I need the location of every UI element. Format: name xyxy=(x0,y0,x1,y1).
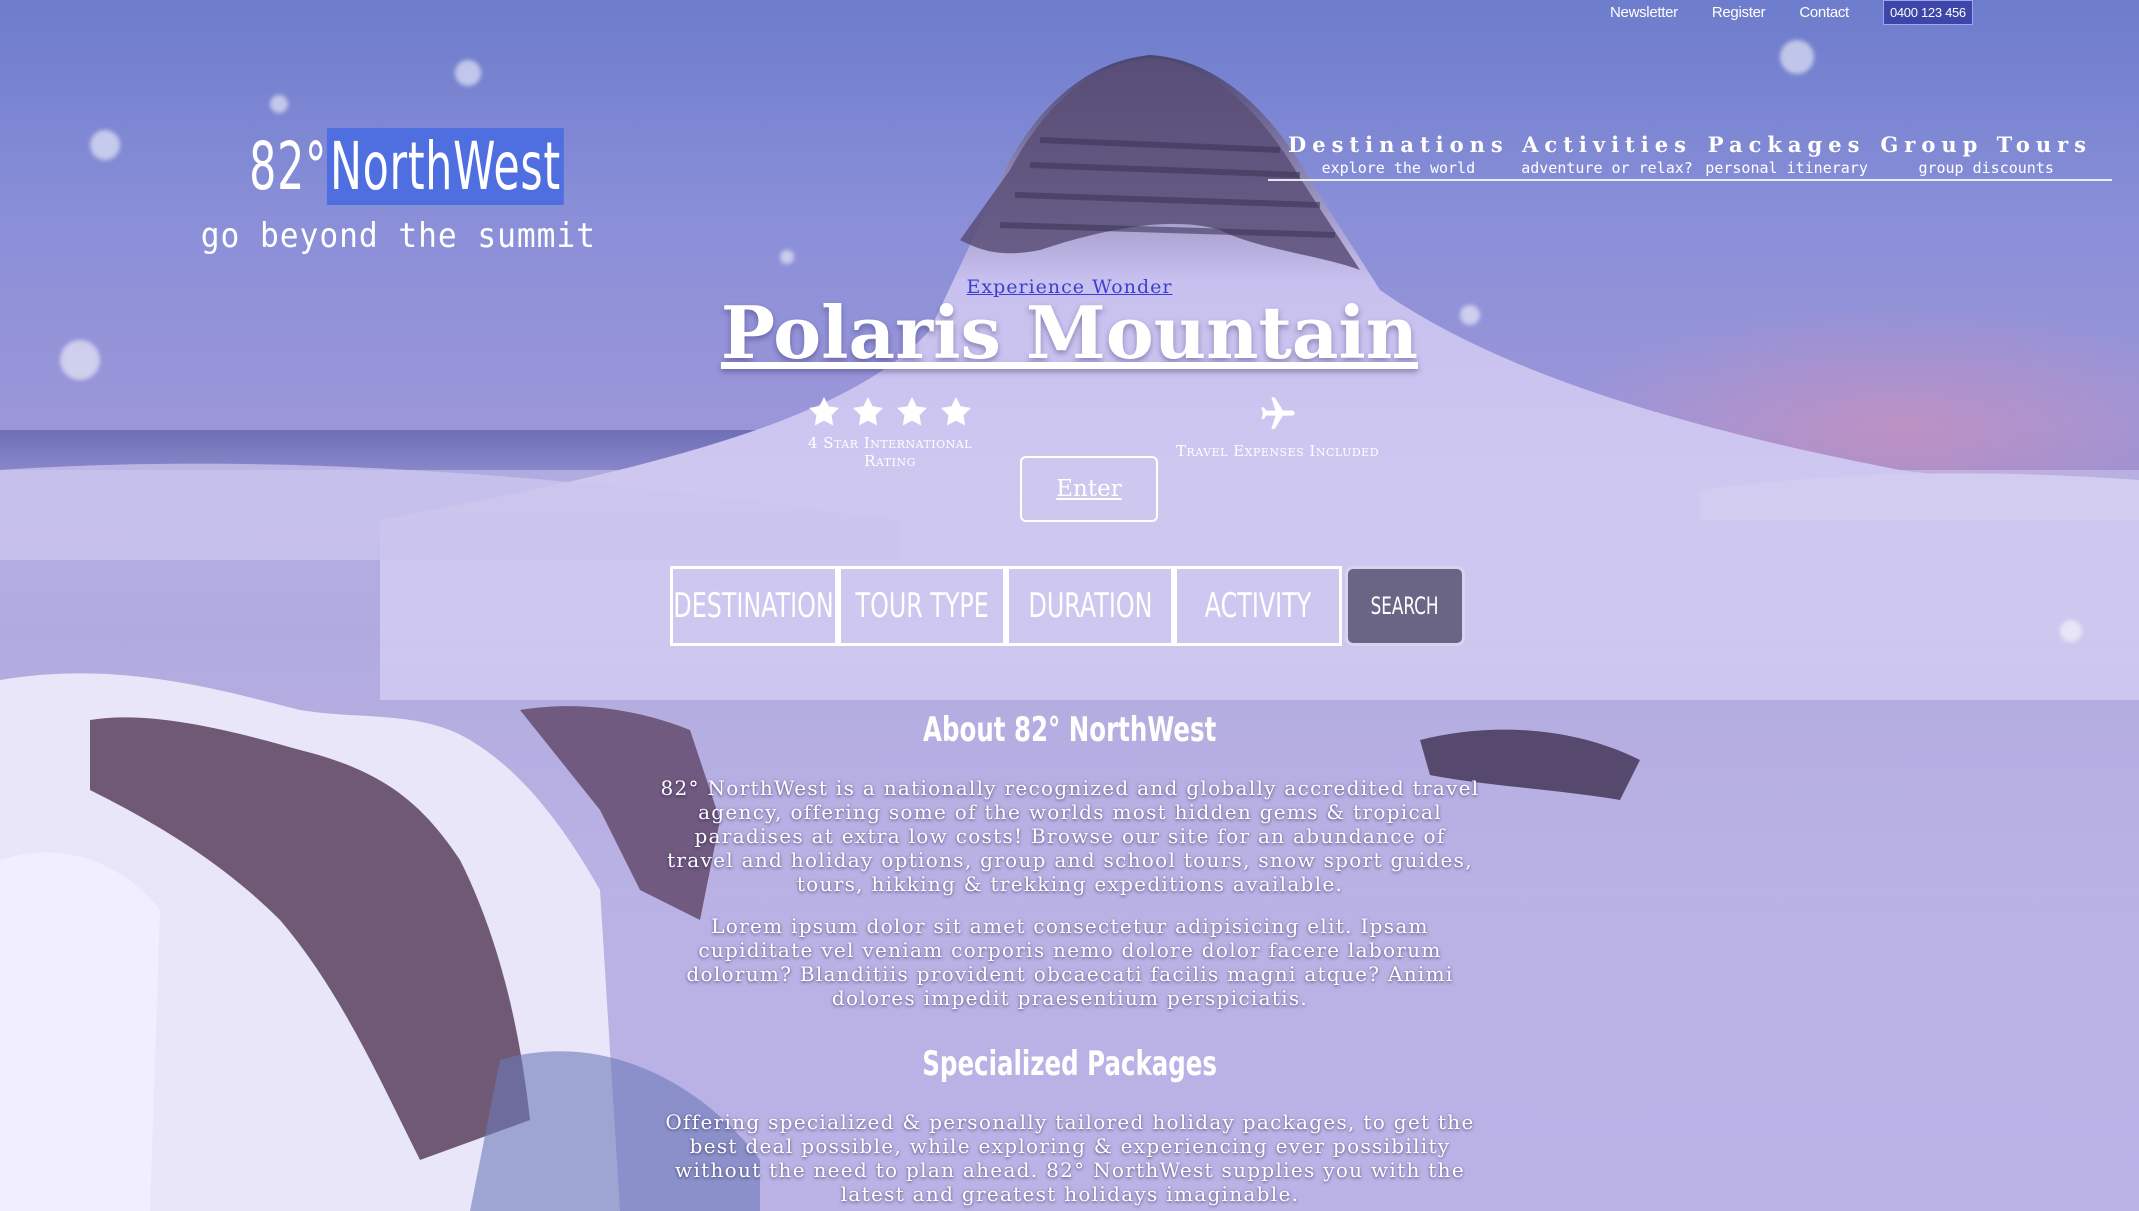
phone-number-link[interactable]: 0400 123 456 xyxy=(1882,0,1973,25)
rating-stars xyxy=(780,394,1000,430)
destination-select[interactable]: DESTINATION xyxy=(670,566,838,646)
site-logo[interactable]: 82°NorthWest go beyond the summit xyxy=(188,122,596,256)
nav-title: Destinations xyxy=(1288,132,1509,157)
nav-subtitle: personal itinerary xyxy=(1705,159,1868,177)
star-icon xyxy=(853,397,883,426)
rating-caption: 4 Star International Rating xyxy=(807,434,973,470)
newsletter-link[interactable]: Newsletter xyxy=(1610,4,1678,21)
logo-wordmark: 82°NorthWest xyxy=(249,122,564,212)
contact-link[interactable]: Contact xyxy=(1799,4,1849,21)
travel-badge: Travel Expenses Included xyxy=(1170,394,1385,460)
logo-highlight: NorthWest xyxy=(327,128,564,205)
nav-item-group-tours[interactable]: Group Tours group discounts xyxy=(1880,132,2092,177)
airplane-icon xyxy=(1260,397,1295,429)
hero-title: Polaris Mountain xyxy=(720,290,1419,375)
star-icon xyxy=(897,397,927,426)
about-heading: About 82° NorthWest xyxy=(0,710,2139,750)
about-heading-text: About 82° NorthWest xyxy=(922,710,1217,750)
duration-select[interactable]: DURATION xyxy=(1006,566,1174,646)
search-button[interactable]: SEARCH xyxy=(1345,566,1465,646)
nav-subtitle: adventure or relax? xyxy=(1521,159,1693,177)
about-paragraph-1: 82° NorthWest is a nationally recognized… xyxy=(660,776,1480,896)
packages-heading: Specialized Packages xyxy=(0,1044,2139,1084)
nav-title: Activities xyxy=(1522,132,1692,157)
nav-item-destinations[interactable]: Destinations explore the world xyxy=(1288,132,1509,177)
about-paragraph-2: Lorem ipsum dolor sit amet consectetur a… xyxy=(686,914,1454,1010)
register-link[interactable]: Register xyxy=(1712,4,1766,21)
nav-item-packages[interactable]: Packages personal itinerary xyxy=(1705,132,1868,177)
utility-bar: Newsletter Register Contact 0400 123 456 xyxy=(1610,0,1973,25)
nav-title: Packages xyxy=(1707,132,1866,157)
packages-heading-text: Specialized Packages xyxy=(922,1044,1217,1084)
logo-tagline: go beyond the summit xyxy=(200,216,596,256)
nav-subtitle: explore the world xyxy=(1321,159,1476,177)
tour-type-label: TOUR TYPE xyxy=(855,586,989,626)
search-bar: DESTINATION TOUR TYPE DURATION ACTIVITY … xyxy=(670,566,1465,646)
nav-title: Group Tours xyxy=(1880,132,2092,157)
tour-type-select[interactable]: TOUR TYPE xyxy=(838,566,1006,646)
duration-label: DURATION xyxy=(1028,586,1152,626)
nav-item-activities[interactable]: Activities adventure or relax? xyxy=(1521,132,1693,177)
activity-select[interactable]: ACTIVITY xyxy=(1174,566,1342,646)
activity-label: ACTIVITY xyxy=(1204,586,1312,626)
star-icon xyxy=(809,397,839,426)
rating-badge: 4 Star International Rating xyxy=(780,394,1000,470)
logo-prefix: 82° xyxy=(249,128,328,205)
destination-label: DESTINATION xyxy=(673,586,835,626)
travel-caption: Travel Expenses Included xyxy=(1175,442,1380,460)
packages-paragraph: Offering specialized & personally tailor… xyxy=(665,1110,1475,1206)
main-navigation: Destinations explore the world Activitie… xyxy=(1268,132,2112,181)
enter-button[interactable]: Enter xyxy=(1020,456,1158,522)
nav-subtitle: group discounts xyxy=(1918,159,2054,177)
star-icon xyxy=(941,397,971,426)
search-button-label: SEARCH xyxy=(1371,592,1439,620)
